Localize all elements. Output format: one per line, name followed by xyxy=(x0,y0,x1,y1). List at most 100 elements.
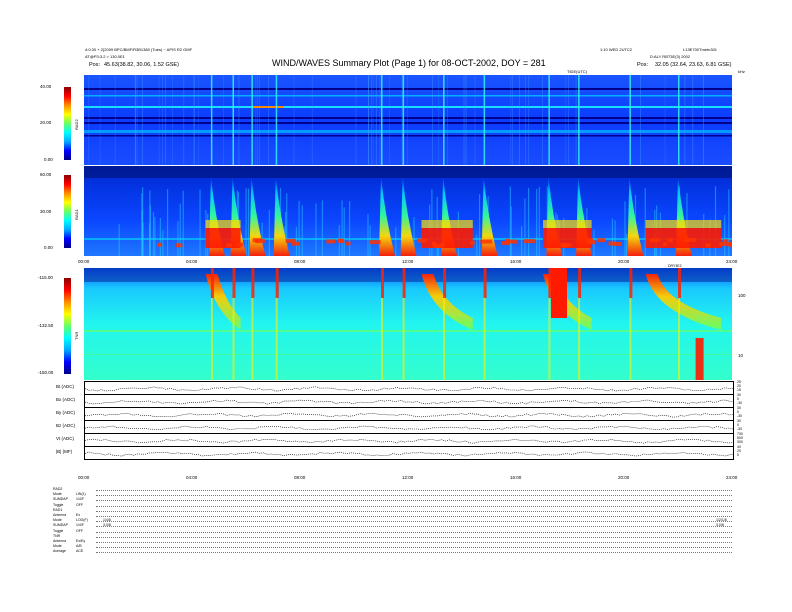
footer-param-name: Mode xyxy=(53,492,62,497)
header-right-line3: D:ALY RBT3E(3) 2002 xyxy=(650,54,691,59)
rad1-low-blob xyxy=(326,239,336,244)
rad2-burst-line xyxy=(578,75,580,165)
rad1-streak xyxy=(301,205,303,256)
trace-label: Bx (ADC) xyxy=(56,397,75,402)
rad1-storm-edge xyxy=(205,220,241,228)
tnr-burst-top xyxy=(678,268,681,298)
rad1-streak xyxy=(315,203,317,256)
rad2-burst-line xyxy=(629,75,631,165)
trace-tick: -30 xyxy=(737,427,743,431)
rad2-streak xyxy=(640,75,641,165)
rad1-low-blob xyxy=(255,239,265,244)
footer-right-note: 3.0/8 xyxy=(716,523,724,528)
time-tick-label: 08:00 xyxy=(294,475,306,480)
time-axis-label: TIDE(UTC) xyxy=(567,69,587,74)
trace-line xyxy=(84,451,734,457)
rad1-streak xyxy=(536,189,538,256)
trace-panel xyxy=(84,433,734,447)
rad1-streak xyxy=(367,214,369,256)
footer-mid-note: 3.0/8 xyxy=(103,523,111,528)
rad2-streak xyxy=(223,75,225,165)
rad1-streak xyxy=(162,230,164,256)
rad2-streak xyxy=(259,75,260,165)
rad1-low-blob xyxy=(432,243,445,248)
header-right-line2: L13E700Tmetn301 xyxy=(683,47,718,52)
rad1-storm-edge xyxy=(543,220,592,228)
rad2-streak xyxy=(372,75,374,165)
footer-param-value: Ex/Ey xyxy=(76,539,86,543)
rad2-band-1 xyxy=(84,88,732,90)
page-title: WIND/WAVES Summary Plot (Page 1) for 08-… xyxy=(272,58,546,68)
rad2-streak xyxy=(368,75,369,165)
trace-tick: -30 xyxy=(737,414,743,418)
tnr-burst-top xyxy=(578,268,582,298)
tnr-burst-top xyxy=(232,268,236,298)
rad2-streak xyxy=(158,75,160,165)
rad1-streak xyxy=(510,206,512,256)
tnr-burst-top xyxy=(251,268,255,298)
tnr-burst-tail xyxy=(232,298,235,380)
rad1-streak xyxy=(524,198,526,256)
footer-dotted-rule xyxy=(96,500,732,502)
trace-line xyxy=(84,438,734,444)
tnr-burst-tail xyxy=(548,298,551,380)
rad1-spectrogram xyxy=(84,166,732,256)
tnr-tick-mid: -132.50 xyxy=(38,323,54,328)
rad1-spectrogram-svg xyxy=(84,166,732,256)
footer-param-value: Ex xyxy=(76,513,81,517)
rad1-storm-region xyxy=(421,228,473,248)
rad2-streak xyxy=(194,75,196,165)
rad1-streak xyxy=(154,216,156,256)
rad2-streak xyxy=(401,75,403,165)
rad2-streak xyxy=(565,75,567,165)
rad2-streak xyxy=(664,75,666,165)
trace-line xyxy=(84,386,734,392)
rad2-streak xyxy=(465,75,467,165)
rad2-streak xyxy=(256,75,258,165)
tnr-burst-top xyxy=(483,268,487,298)
tnr-spectrogram-svg xyxy=(84,268,732,380)
rad1-low-blob xyxy=(562,243,568,248)
rad1-low-blob xyxy=(705,243,711,248)
rad1-low-blob xyxy=(663,242,668,247)
rad2-spectrogram-svg xyxy=(84,75,732,165)
rad2-streak xyxy=(137,75,138,165)
rad2-streak xyxy=(684,75,686,165)
header-left-line2: AT@P3:3.2 > 130.0E1 xyxy=(85,54,125,59)
footer-dotted-rule xyxy=(96,505,732,507)
rad2-band-4 xyxy=(84,117,732,119)
rad2-band-5 xyxy=(84,122,732,124)
footer-param-name: SUMDAP xyxy=(53,523,68,528)
rad2-streak xyxy=(528,75,530,165)
tnr-burst-tail xyxy=(402,298,405,380)
header-left-pos-label: Pos: xyxy=(89,62,101,68)
rad1-streak xyxy=(478,194,481,256)
footer-param-value: 1/4/F xyxy=(76,497,84,502)
time-tick-label: 16:00 xyxy=(510,259,522,264)
rad1-streak xyxy=(538,186,540,256)
rad2-spectrogram xyxy=(84,75,732,165)
rad1-tick-bottom: 0.00 xyxy=(44,245,53,250)
footer-param-name: Mode xyxy=(53,544,62,549)
tnr-label: TNR xyxy=(74,331,79,340)
rad2-label: RAD2 xyxy=(74,119,79,130)
rad1-streak xyxy=(343,207,345,256)
trace-panel xyxy=(84,394,734,408)
rad1-low-blob xyxy=(501,240,510,245)
rad1-low-blob xyxy=(338,239,345,244)
rad2-streak xyxy=(255,75,256,165)
footer-dotted-rule xyxy=(96,490,732,491)
rad2-streak xyxy=(311,75,313,165)
rad1-tick-mid: 30.00 xyxy=(40,209,52,214)
khz-label: kHz xyxy=(738,69,745,74)
rad1-streak xyxy=(521,226,523,256)
time-tick-label: 24:00 xyxy=(726,475,738,480)
rad2-burst-line xyxy=(483,75,486,165)
rad2-streak xyxy=(389,75,390,165)
rad2-burst-line xyxy=(381,75,383,165)
rad1-streak xyxy=(152,212,155,256)
header-right-pos-value: 32.05 (32.64, 23.63, 6.81 GSE) xyxy=(655,62,732,68)
footer-param-name: Toggle xyxy=(53,528,64,533)
rad1-low-blob xyxy=(345,241,351,246)
time-tick-label: 08:00 xyxy=(294,259,306,264)
